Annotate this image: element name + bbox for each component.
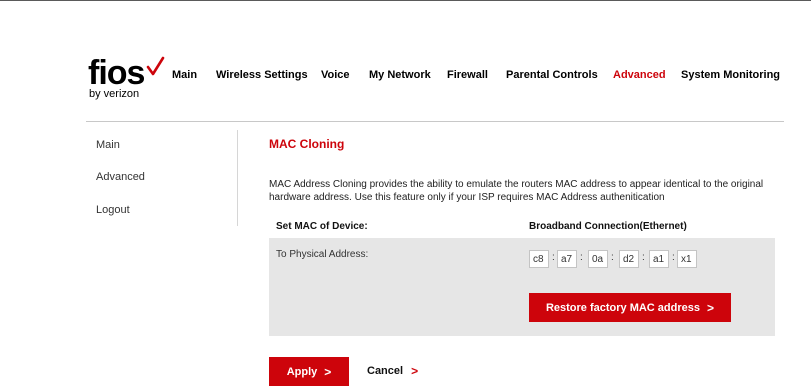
chevron-right-icon: > — [411, 364, 419, 378]
mac-separator: : — [580, 252, 583, 263]
nav-main[interactable]: Main — [172, 69, 197, 81]
mac-octet-5[interactable] — [649, 250, 669, 268]
nav-parental-controls[interactable]: Parental Controls — [506, 69, 598, 81]
header-divider — [86, 121, 784, 122]
nav-wireless-settings[interactable]: Wireless Settings — [216, 69, 308, 81]
nav-firewall[interactable]: Firewall — [447, 69, 488, 81]
cancel-label: Cancel — [367, 365, 404, 377]
sidebar-item-advanced[interactable]: Advanced — [96, 171, 145, 183]
page-title: MAC Cloning — [269, 137, 345, 151]
description-text: MAC Address Cloning provides the ability… — [269, 179, 764, 203]
mac-separator: : — [672, 252, 675, 263]
fios-logo[interactable]: fios by verizon — [88, 56, 168, 102]
column-header-connection: Broadband Connection(Ethernet) — [529, 221, 687, 232]
nav-advanced[interactable]: Advanced — [613, 69, 666, 81]
mac-separator: : — [611, 252, 614, 263]
sidebar: Main Advanced Logout — [86, 130, 238, 226]
apply-button-label: Apply — [286, 365, 318, 378]
mac-octet-6[interactable] — [677, 250, 697, 268]
logo-subtitle: by verizon — [89, 88, 140, 100]
nav-my-network[interactable]: My Network — [369, 69, 431, 81]
apply-button[interactable]: Apply > — [269, 357, 349, 386]
chevron-right-icon: > — [324, 364, 332, 379]
column-header-set-mac: Set MAC of Device: — [276, 221, 368, 232]
mac-separator: : — [552, 252, 555, 263]
mac-octet-1[interactable] — [529, 250, 549, 268]
sidebar-item-logout[interactable]: Logout — [96, 204, 130, 216]
checkmark-icon — [146, 56, 165, 76]
mac-octet-2[interactable] — [557, 250, 577, 268]
nav-voice[interactable]: Voice — [321, 69, 350, 81]
restore-button-label: Restore factory MAC address — [545, 301, 701, 314]
physical-address-label: To Physical Address: — [276, 249, 369, 260]
mac-separator: : — [642, 252, 645, 263]
mac-octet-3[interactable] — [588, 250, 608, 268]
cancel-link[interactable]: Cancel > — [367, 364, 418, 378]
mac-octet-4[interactable] — [619, 250, 639, 268]
restore-factory-mac-button[interactable]: Restore factory MAC address > — [529, 293, 731, 322]
logo-wordmark: fios — [88, 54, 145, 92]
top-border — [0, 0, 811, 1]
nav-system-monitoring[interactable]: System Monitoring — [681, 69, 780, 81]
chevron-right-icon: > — [707, 300, 715, 315]
sidebar-item-main[interactable]: Main — [96, 139, 120, 151]
